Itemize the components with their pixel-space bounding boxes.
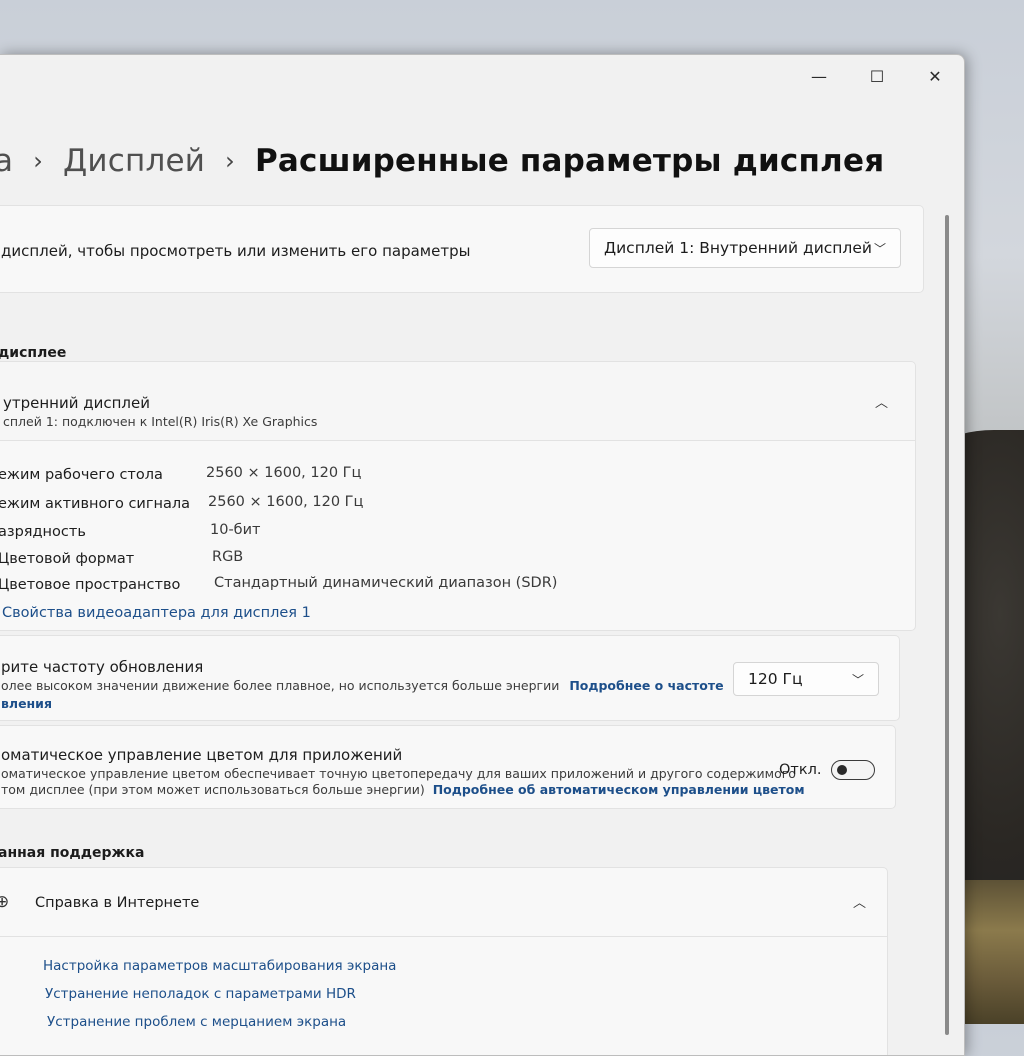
- color-management-desc-1: оматическое управление цветом обеспечива…: [1, 766, 796, 781]
- chevron-down-icon: ﹀: [851, 672, 864, 687]
- help-online-title: Справка в Интернете: [35, 895, 200, 911]
- minimize-button[interactable]: —: [790, 61, 848, 91]
- refresh-rate-learn-more-link[interactable]: Подробнее о частоте: [569, 678, 723, 693]
- help-online-header[interactable]: ⊕ Справка в Интернете ︿: [0, 868, 887, 937]
- color-management-state: Откл.: [779, 762, 822, 778]
- refresh-rate-desc: олее высоком значении движение более пла…: [1, 678, 724, 693]
- row-value-color-format: RGB: [212, 549, 244, 565]
- refresh-rate-title: рите частоту обновления: [1, 658, 204, 676]
- chevron-up-icon: ︿: [853, 896, 867, 911]
- breadcrumb-parent[interactable]: Дисплей: [63, 143, 205, 179]
- color-management-desc-2-text: том дисплее (при этом может использовать…: [1, 782, 425, 797]
- display-dropdown-value: Дисплей 1: Внутренний дисплей: [604, 239, 872, 257]
- breadcrumb-prev[interactable]: а: [0, 143, 13, 179]
- row-label-signal-mode: ежим активного сигнала: [0, 496, 190, 512]
- row-label-color-format: Цветовой формат: [0, 551, 135, 567]
- display-name: утренний дисплей: [3, 394, 150, 412]
- maximize-button[interactable]: ☐: [848, 61, 906, 91]
- chevron-up-icon: ︿: [875, 396, 889, 411]
- row-value-signal-mode: 2560 × 1600, 120 Гц: [208, 494, 364, 510]
- refresh-rate-value: 120 Гц: [748, 670, 803, 688]
- section-title-support: анная поддержка: [0, 845, 145, 861]
- maximize-icon: ☐: [869, 66, 885, 86]
- color-management-toggle[interactable]: [831, 760, 875, 780]
- help-link-flicker[interactable]: Устранение проблем с мерцанием экрана: [47, 1014, 346, 1030]
- breadcrumb: а › Дисплей › Расширенные параметры дисп…: [0, 143, 884, 179]
- color-management-title: оматическое управление цветом для прилож…: [1, 746, 403, 764]
- row-value-color-space: Стандартный динамический диапазон (SDR): [214, 575, 558, 591]
- refresh-rate-learn-more-link-cont[interactable]: вления: [1, 696, 52, 711]
- color-management-card: оматическое управление цветом для прилож…: [0, 725, 896, 809]
- row-label-bit-depth: азрядность: [0, 524, 86, 540]
- section-title-info: дисплее: [0, 345, 67, 361]
- chevron-right-icon: ›: [33, 147, 44, 175]
- close-button[interactable]: ✕: [906, 61, 964, 91]
- display-subtitle: сплей 1: подключен к Intel(R) Iris(R) Xe…: [3, 414, 318, 429]
- row-label-color-space: Цветовое пространство: [0, 577, 181, 593]
- toggle-knob: [837, 765, 847, 775]
- minimize-icon: —: [811, 66, 827, 86]
- window-controls: — ☐ ✕: [790, 61, 964, 91]
- display-info-header[interactable]: утренний дисплей сплей 1: подключен к In…: [0, 362, 915, 441]
- row-value-desktop-mode: 2560 × 1600, 120 Гц: [206, 465, 362, 481]
- globe-icon: ⊕: [0, 892, 9, 912]
- adapter-properties-link[interactable]: Свойства видеоадаптера для дисплея 1: [2, 605, 311, 621]
- support-card: ⊕ Справка в Интернете ︿ Настройка параме…: [0, 867, 888, 1055]
- chevron-down-icon: ﹀: [873, 241, 886, 256]
- display-selector-card: дисплей, чтобы просмотреть или изменить …: [0, 205, 924, 293]
- settings-window: — ☐ ✕ а › Дисплей › Расширенные параметр…: [0, 54, 965, 1056]
- refresh-rate-dropdown[interactable]: 120 Гц ﹀: [733, 662, 879, 696]
- refresh-rate-card: рите частоту обновления олее высоком зна…: [0, 635, 900, 721]
- chevron-right-icon: ›: [225, 147, 235, 175]
- row-value-bit-depth: 10-бит: [210, 522, 261, 538]
- scrollbar[interactable]: [945, 215, 949, 1035]
- color-management-learn-more-link[interactable]: Подробнее об автоматическом управлении ц…: [433, 782, 805, 797]
- display-dropdown[interactable]: Дисплей 1: Внутренний дисплей ﹀: [589, 228, 901, 268]
- row-label-desktop-mode: ежим рабочего стола: [0, 467, 163, 483]
- page-title: Расширенные параметры дисплея: [254, 143, 885, 179]
- help-link-hdr[interactable]: Устранение неполадок с параметрами HDR: [45, 986, 356, 1002]
- selector-text: дисплей, чтобы просмотреть или изменить …: [1, 242, 471, 260]
- help-link-scaling[interactable]: Настройка параметров масштабирования экр…: [43, 958, 396, 974]
- close-icon: ✕: [928, 66, 942, 86]
- refresh-rate-desc-text: олее высоком значении движение более пла…: [1, 678, 560, 693]
- color-management-desc-2: том дисплее (при этом может использовать…: [1, 782, 805, 797]
